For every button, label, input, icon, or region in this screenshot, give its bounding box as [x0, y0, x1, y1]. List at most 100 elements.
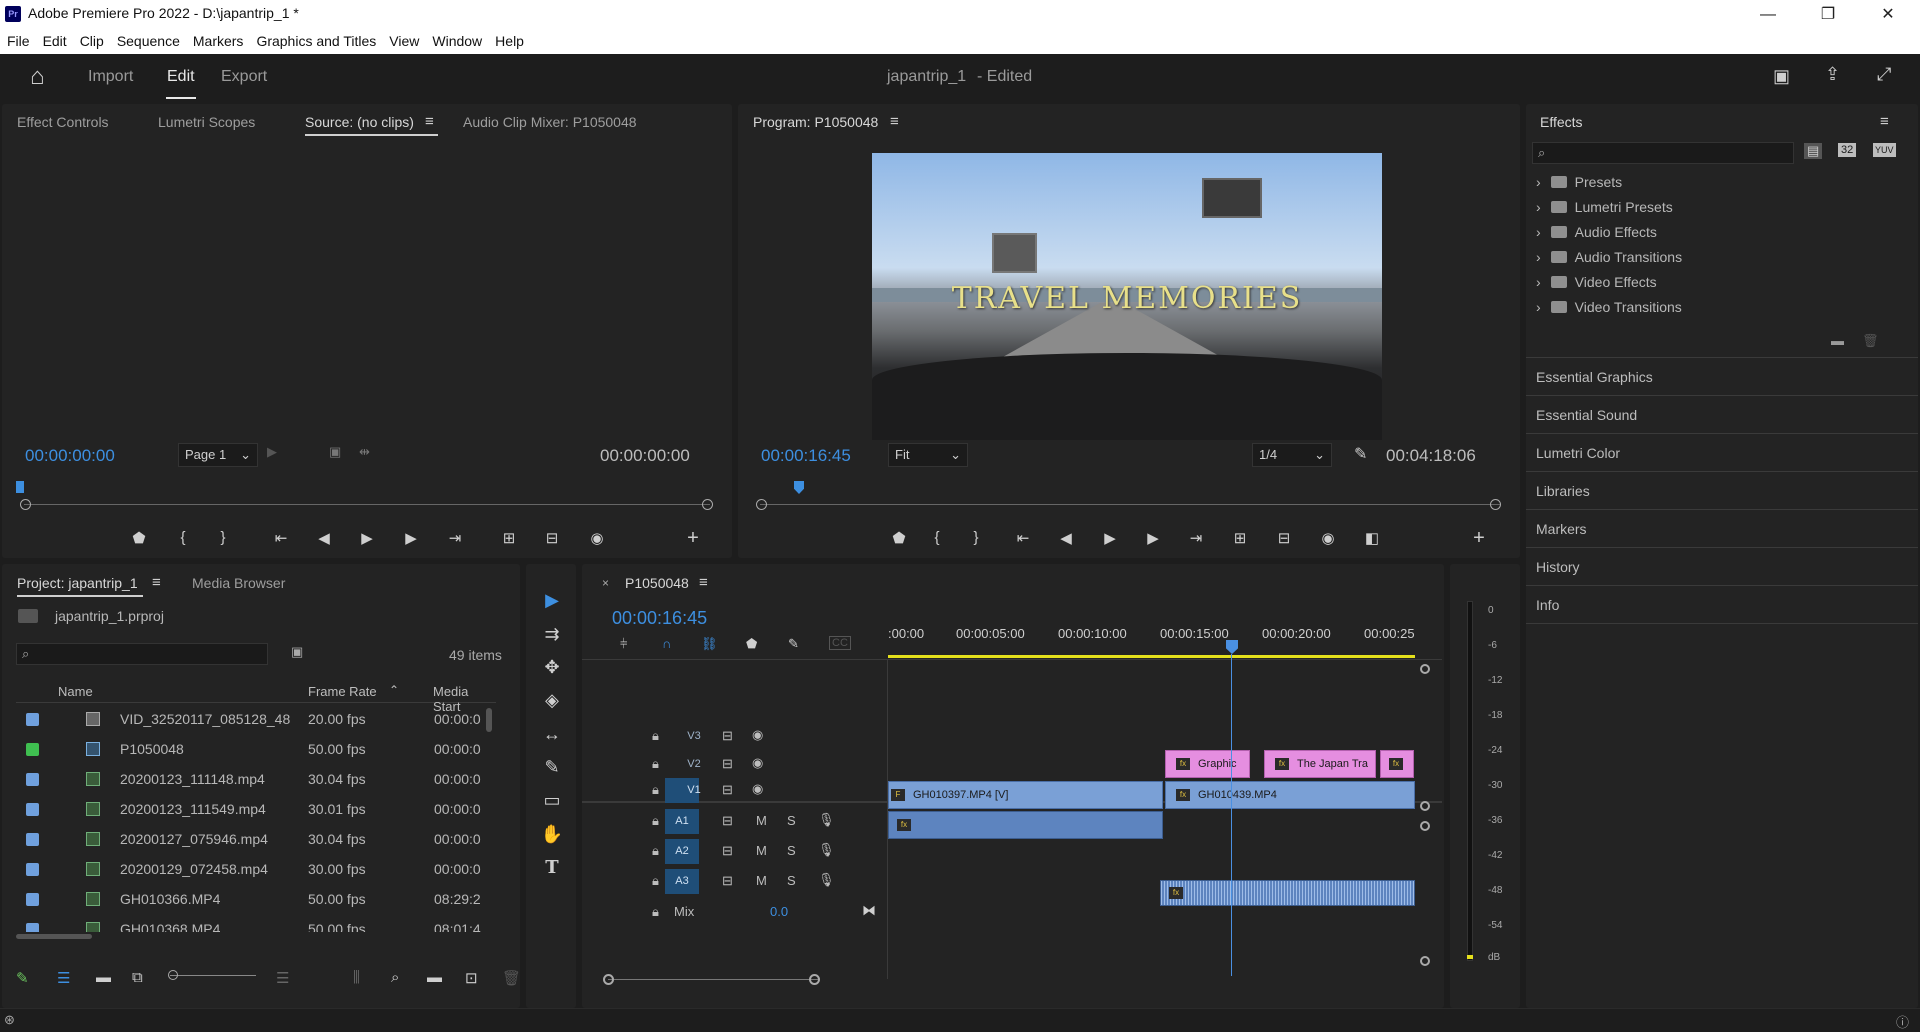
panel-menu-icon[interactable]: ≡	[699, 574, 708, 591]
menu-view[interactable]: View	[382, 29, 425, 49]
ripple-edit-tool[interactable]: ✥	[532, 657, 572, 678]
list-item[interactable]: 20200123_111549.mp4 30.01 fps 00:00:0	[16, 794, 492, 824]
type-tool[interactable]: T	[532, 857, 572, 878]
clip-gh010439-audio[interactable]: fx	[1160, 880, 1415, 906]
sync-lock-icon[interactable]: ⊟	[722, 873, 733, 889]
mark-out-icon[interactable]: }	[212, 529, 234, 546]
panel-menu-icon[interactable]: ≡	[1880, 113, 1889, 130]
program-timecode[interactable]: 00:00:16:45	[761, 446, 851, 466]
selection-tool[interactable]: ▶	[532, 590, 572, 611]
lift-icon[interactable]: ⊞	[1229, 529, 1251, 547]
program-video-frame[interactable]: Travel Memories	[872, 153, 1382, 440]
background-tasks-icon[interactable]: ⊛	[4, 1012, 15, 1028]
yuv-effects-icon[interactable]: YUV	[1873, 143, 1896, 157]
export-frame-icon[interactable]: ◉	[1317, 529, 1339, 547]
microphone-icon[interactable]: 🎙︎	[818, 872, 835, 888]
go-to-in-icon[interactable]: ⇤	[1012, 529, 1034, 547]
project-search-input[interactable]: ⌕	[16, 643, 268, 665]
lock-icon[interactable]: 🔒︎	[652, 873, 659, 889]
automate-to-sequence-icon[interactable]: ⫼	[353, 969, 360, 986]
button-editor-icon[interactable]: +	[682, 527, 704, 550]
source-timecode-in[interactable]: 00:00:00:00	[25, 446, 115, 466]
lock-icon[interactable]: 🔒︎	[652, 843, 659, 859]
fullscreen-icon[interactable]: ⤢	[1877, 64, 1891, 85]
sync-lock-icon[interactable]: ⊟	[722, 728, 733, 744]
comparison-view-icon[interactable]: ◧	[1361, 529, 1383, 547]
track-label-v1[interactable]: V1	[677, 778, 711, 803]
history-link[interactable]: History	[1536, 559, 1580, 575]
vscroll-handle-audio-bottom[interactable]	[1420, 956, 1430, 966]
panel-menu-icon[interactable]: ≡	[152, 574, 161, 591]
solo-button[interactable]: S	[787, 843, 796, 858]
mark-out-icon[interactable]: }	[965, 529, 987, 546]
accelerated-effects-icon[interactable]: ▤	[1804, 143, 1823, 159]
info-link[interactable]: Info	[1536, 597, 1559, 613]
menu-clip[interactable]: Clip	[73, 29, 110, 49]
zoom-handle-right[interactable]	[702, 499, 713, 510]
lock-icon[interactable]: 🔒︎	[652, 904, 659, 920]
sync-lock-icon[interactable]: ⊟	[722, 813, 733, 829]
list-item[interactable]: 20200127_075946.mp4 30.04 fps 00:00:0	[16, 824, 492, 854]
program-panel-title[interactable]: Program: P1050048	[753, 114, 878, 130]
hscroll-handle-right[interactable]	[809, 974, 820, 985]
tab-edit[interactable]: Edit	[167, 68, 195, 86]
go-to-out-icon[interactable]: ⇥	[444, 529, 466, 547]
clip-graphic-end[interactable]: fx	[1380, 750, 1414, 778]
zoom-slider[interactable]	[170, 975, 256, 976]
tab-audio-clip-mixer[interactable]: Audio Clip Mixer: P1050048	[463, 114, 637, 130]
insert-nest-icon[interactable]: ⫩	[620, 636, 627, 652]
libraries-link[interactable]: Libraries	[1536, 483, 1590, 499]
home-icon[interactable]: ⌂	[30, 63, 45, 91]
sync-lock-icon[interactable]: ⊟	[722, 782, 733, 798]
export-frame-icon[interactable]: ◉	[586, 529, 608, 547]
panel-menu-icon[interactable]: ≡	[425, 113, 434, 130]
effects-search-input[interactable]: ⌕	[1532, 142, 1794, 164]
tab-export[interactable]: Export	[221, 68, 267, 86]
menu-help[interactable]: Help	[488, 29, 530, 49]
solo-button[interactable]: S	[787, 873, 796, 888]
add-marker-icon[interactable]: ⬟	[128, 529, 150, 547]
essential-sound-link[interactable]: Essential Sound	[1536, 407, 1637, 423]
track-label-v2[interactable]: V2	[677, 752, 711, 777]
effects-folder-video-transitions[interactable]: › Video Transitions	[1536, 299, 1876, 324]
mix-value[interactable]: 0.0	[770, 904, 788, 919]
overwrite-icon[interactable]: ⊟	[541, 529, 563, 547]
step-forward-icon[interactable]: ▶	[1142, 529, 1164, 547]
step-back-icon[interactable]: ◀	[313, 529, 335, 547]
column-frame-rate[interactable]: Frame Rate	[308, 684, 377, 699]
find-icon[interactable]: ⌕	[391, 969, 399, 986]
track-select-tool[interactable]: ⇉	[532, 624, 572, 645]
info-icon[interactable]: ⓘ	[1896, 1012, 1909, 1031]
lock-icon[interactable]: 🔒︎	[652, 756, 659, 772]
new-bin-icon[interactable]: ▬	[427, 969, 442, 986]
horizontal-zoom-scrollbar[interactable]	[608, 979, 818, 980]
mute-button[interactable]: M	[756, 813, 767, 828]
zoom-select[interactable]: Fit ⌄	[888, 443, 968, 467]
tab-media-browser[interactable]: Media Browser	[192, 575, 285, 591]
eye-icon[interactable]: ◉	[752, 727, 763, 743]
tab-import[interactable]: Import	[88, 68, 133, 86]
zoom-handle-right[interactable]	[1490, 499, 1501, 510]
menu-file[interactable]: File	[0, 29, 36, 49]
lock-icon[interactable]: 🔒︎	[652, 728, 659, 744]
tab-lumetri-scopes[interactable]: Lumetri Scopes	[158, 114, 255, 130]
go-to-out-icon[interactable]: ⇥	[1185, 529, 1207, 547]
freeform-view-icon[interactable]: ⧉	[132, 969, 143, 986]
rectangle-tool[interactable]: ▭	[532, 790, 572, 811]
captions-icon[interactable]: CC	[829, 636, 851, 650]
time-ruler[interactable]: :00:00 00:00:05:00 00:00:10:00 00:00:15:…	[888, 622, 1428, 652]
list-item[interactable]: P1050048 50.00 fps 00:00:0	[16, 734, 492, 764]
write-icon[interactable]: ✎	[16, 969, 29, 987]
extract-icon[interactable]: ⊟	[1273, 529, 1295, 547]
track-label-a1[interactable]: A1	[665, 809, 699, 834]
track-label-a3[interactable]: A3	[665, 869, 699, 894]
eye-icon[interactable]: ◉	[752, 781, 763, 797]
sync-lock-icon[interactable]: ⊟	[722, 843, 733, 859]
zoom-handle-left[interactable]	[756, 499, 767, 510]
microphone-icon[interactable]: 🎙︎	[818, 842, 835, 858]
restore-button[interactable]: ❐	[1800, 0, 1856, 29]
settings-wrench-icon[interactable]: ✎	[1354, 444, 1367, 464]
clip-the-japan-trip[interactable]: fx The Japan Tra	[1264, 750, 1376, 778]
32bit-effects-icon[interactable]: 32	[1838, 143, 1857, 157]
program-playhead[interactable]	[794, 481, 804, 494]
